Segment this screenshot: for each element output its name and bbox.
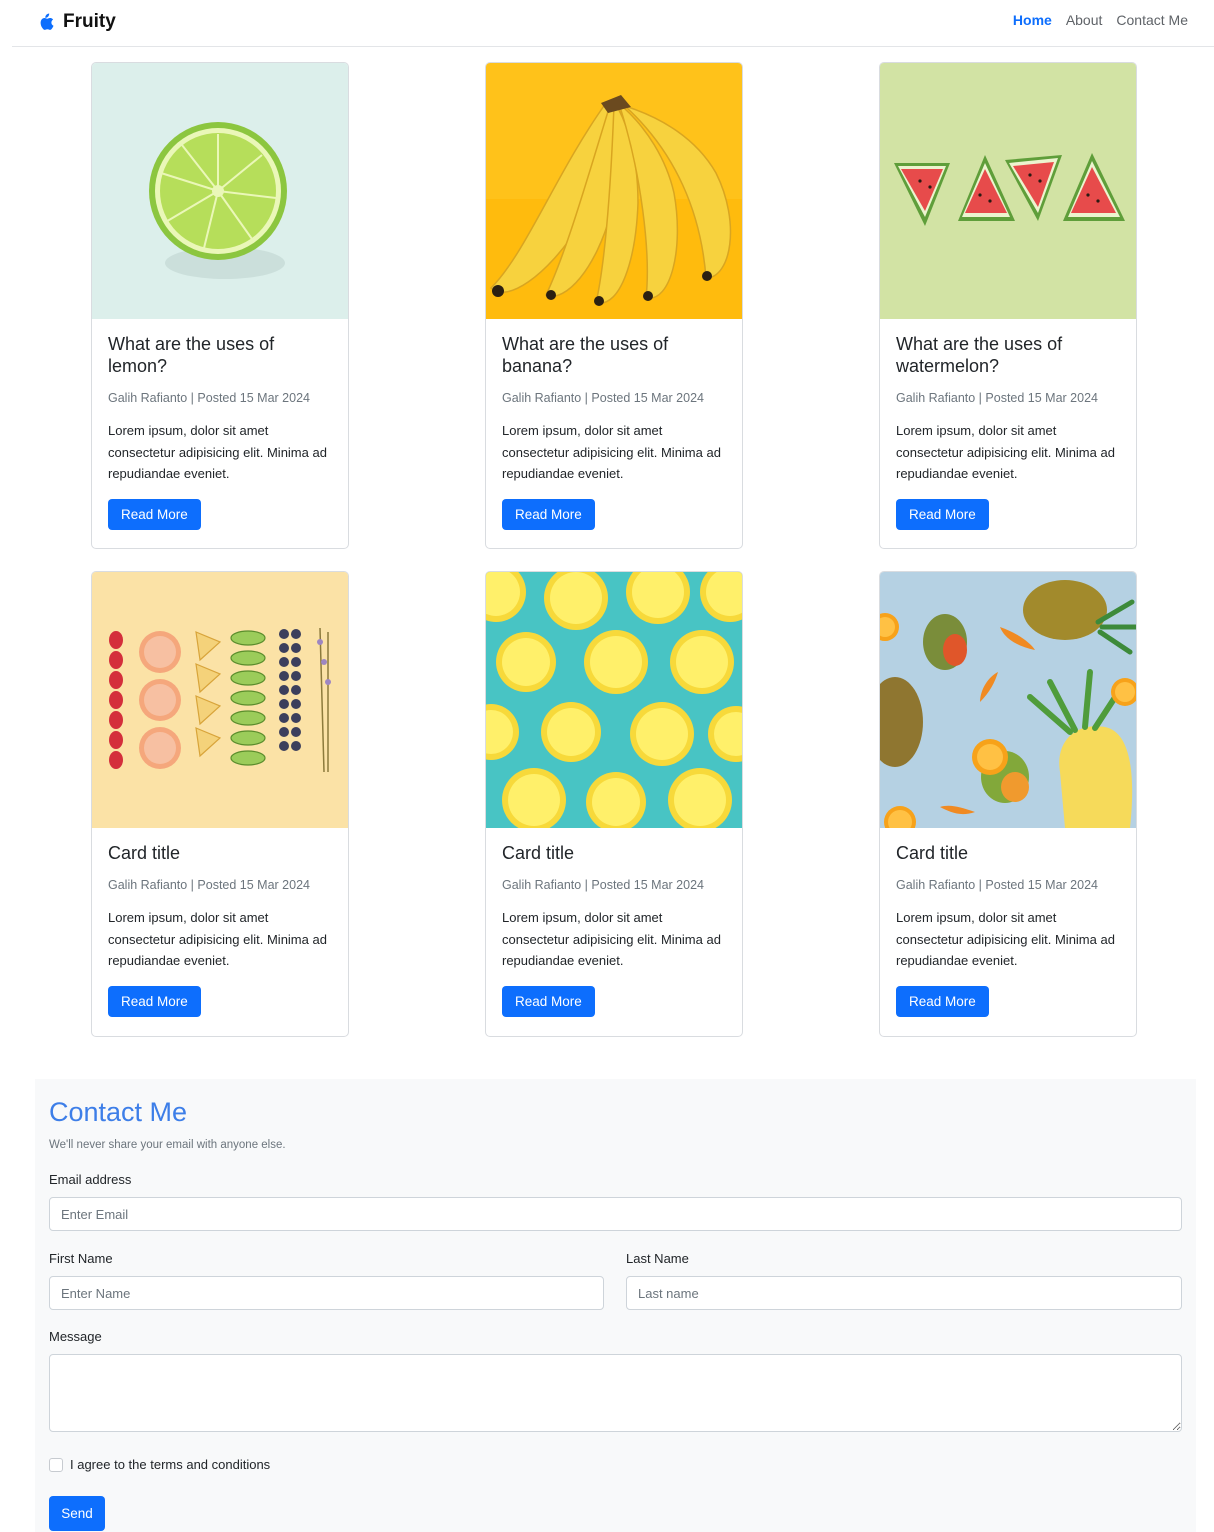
- card-image-lemon: [92, 63, 348, 319]
- card-title: Card title: [896, 843, 969, 863]
- card-body: What are the uses of watermelon? Galih R…: [880, 319, 1136, 546]
- card-body: Card title Galih Rafianto | Posted 15 Ma…: [92, 828, 348, 1033]
- pineapple-mango-image: [880, 572, 1136, 828]
- card-fruit-rows: Card title Galih Rafianto | Posted 15 Ma…: [91, 571, 349, 1037]
- card-meta: Galih Rafianto | Posted 15 Mar 2024: [108, 878, 310, 892]
- card-image-pineapple-mango: [880, 572, 1136, 828]
- card-pineapple-mango: Card title Galih Rafianto | Posted 15 Ma…: [879, 571, 1137, 1037]
- card-lemon-pattern: Card title Galih Rafianto | Posted 15 Ma…: [485, 571, 743, 1037]
- read-more-button[interactable]: Read More: [896, 985, 989, 1017]
- card-title: Card title: [502, 843, 575, 863]
- send-button[interactable]: Send: [49, 1496, 105, 1531]
- card-text: Lorem ipsum, dolor sit amet consectetur …: [896, 910, 1115, 968]
- message-textarea[interactable]: [49, 1354, 1182, 1432]
- banana-bunch-image: [486, 63, 742, 319]
- card-image-watermelon: [880, 63, 1136, 319]
- read-more-button[interactable]: Read More: [108, 985, 201, 1017]
- message-label: Message: [49, 1329, 102, 1344]
- brand[interactable]: Fruity: [38, 10, 116, 34]
- nav-link-contact[interactable]: Contact Me: [1116, 12, 1188, 28]
- email-label: Email address: [49, 1172, 132, 1187]
- card-image-lemon-pattern: [486, 572, 742, 828]
- nav-links: Home About Contact Me: [1013, 12, 1188, 28]
- card-meta: Galih Rafianto | Posted 15 Mar 2024: [896, 391, 1098, 405]
- card-meta: Galih Rafianto | Posted 15 Mar 2024: [896, 878, 1098, 892]
- brand-name: Fruity: [63, 11, 116, 32]
- card-title: Card title: [108, 843, 181, 863]
- card-text: Lorem ipsum, dolor sit amet consectetur …: [108, 423, 327, 481]
- card-title: What are the uses of watermelon?: [896, 334, 1063, 376]
- fruit-rows-image: [92, 572, 348, 828]
- card-watermelon: What are the uses of watermelon? Galih R…: [879, 62, 1137, 549]
- watermelon-slices-image: [880, 63, 1136, 319]
- card-text: Lorem ipsum, dolor sit amet consectetur …: [108, 910, 327, 968]
- read-more-button[interactable]: Read More: [108, 498, 201, 530]
- terms-checkbox[interactable]: [49, 1457, 63, 1472]
- contact-title: Contact Me: [49, 1097, 188, 1127]
- card-meta: Galih Rafianto | Posted 15 Mar 2024: [502, 878, 704, 892]
- card-body: What are the uses of banana? Galih Rafia…: [486, 319, 742, 546]
- card-text: Lorem ipsum, dolor sit amet consectetur …: [502, 423, 721, 481]
- card-image-banana: [486, 63, 742, 319]
- contact-section: Contact Me We'll never share your email …: [35, 1079, 1196, 1532]
- nav-link-home[interactable]: Home: [1013, 12, 1052, 28]
- read-more-button[interactable]: Read More: [896, 498, 989, 530]
- first-name-label: First Name: [49, 1251, 113, 1266]
- privacy-note: We'll never share your email with anyone…: [49, 1139, 286, 1151]
- card-title: What are the uses of banana?: [502, 334, 669, 376]
- lemon-pattern-image: [486, 572, 742, 828]
- nav-link-about[interactable]: About: [1066, 12, 1103, 28]
- card-text: Lorem ipsum, dolor sit amet consectetur …: [502, 910, 721, 968]
- card-text: Lorem ipsum, dolor sit amet consectetur …: [896, 423, 1115, 481]
- email-input[interactable]: [49, 1197, 1182, 1231]
- card-body: Card title Galih Rafianto | Posted 15 Ma…: [880, 828, 1136, 1033]
- read-more-button[interactable]: Read More: [502, 498, 595, 530]
- card-meta: Galih Rafianto | Posted 15 Mar 2024: [502, 391, 704, 405]
- terms-row: I agree to the terms and conditions: [49, 1457, 270, 1472]
- lime-slice-image: [92, 63, 348, 319]
- apple-icon: [40, 13, 54, 30]
- navbar: Fruity Home About Contact Me: [12, 0, 1214, 47]
- first-name-input[interactable]: [49, 1276, 604, 1310]
- card-image-fruit-rows: [92, 572, 348, 828]
- read-more-button[interactable]: Read More: [502, 985, 595, 1017]
- terms-label[interactable]: I agree to the terms and conditions: [70, 1457, 270, 1472]
- last-name-input[interactable]: [626, 1276, 1182, 1310]
- card-meta: Galih Rafianto | Posted 15 Mar 2024: [108, 391, 310, 405]
- card-body: Card title Galih Rafianto | Posted 15 Ma…: [486, 828, 742, 1033]
- card-body: What are the uses of lemon? Galih Rafian…: [92, 319, 348, 546]
- card-banana: What are the uses of banana? Galih Rafia…: [485, 62, 743, 549]
- card-title: What are the uses of lemon?: [108, 334, 275, 376]
- card-lemon: What are the uses of lemon? Galih Rafian…: [91, 62, 349, 549]
- last-name-label: Last Name: [626, 1251, 689, 1266]
